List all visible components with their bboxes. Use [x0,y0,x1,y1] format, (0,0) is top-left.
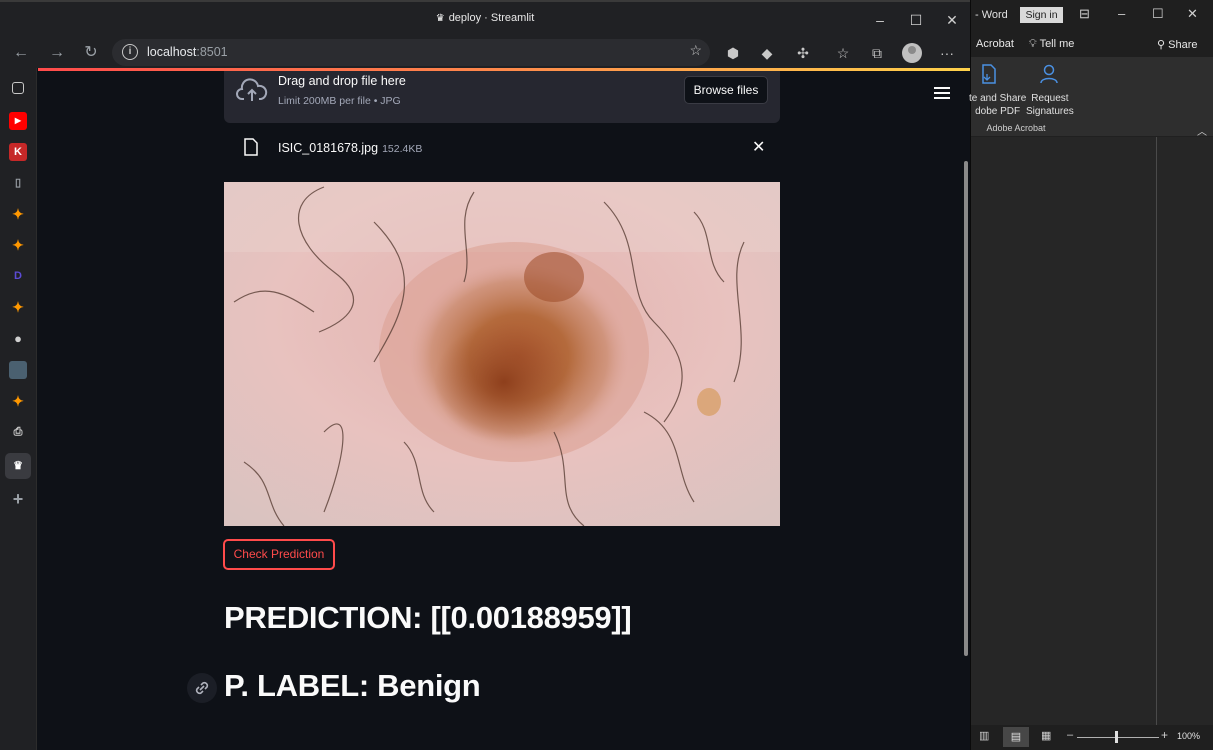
url-bar[interactable]: i localhost:8501 ☆ [112,39,710,66]
d-app-icon[interactable]: D [9,267,27,285]
remove-file-icon[interactable]: ✕ [752,137,765,157]
browser-window: ♛ deploy · Streamlit – ☐ ✕ ← → ↻ i localh… [0,0,970,750]
file-icon [244,138,258,156]
zoom-level[interactable]: 100% [1177,731,1200,741]
word-statusbar: ▥ ▤ ▦ – + 100% [971,725,1213,750]
share-label: Share [1168,39,1198,51]
request-label-line1: Request [1031,93,1069,104]
word-ribbon-tabs: Acrobat 💡︎ Tell me ⚲ Share [971,30,1213,57]
web-layout-icon[interactable]: ▦ [1041,729,1051,742]
word-titlebar: - Word Sign in ⊟ – ☐ ✕ [971,0,1213,30]
tell-me-label: Tell me [1039,38,1075,50]
maximize-icon[interactable]: ☐ [898,8,934,32]
url-host: localhost [147,45,197,59]
file-name-text: ISIC_0181678.jpg [278,141,379,155]
create-share-pdf-label[interactable]: te and Share dobe PDF [969,92,1026,118]
anchor-link-icon[interactable] [187,673,217,703]
site-info-icon[interactable]: i [122,44,138,60]
cloud-upload-icon [236,78,268,101]
print-layout-icon[interactable]: ▤ [1003,727,1029,747]
word-signin-button[interactable]: Sign in [1020,7,1063,23]
github-icon[interactable]: ● [9,330,27,348]
word-close-icon[interactable]: ✕ [1187,6,1198,22]
tell-me-search[interactable]: 💡︎ Tell me [1029,38,1074,51]
browse-files-button[interactable]: Browse files [684,76,768,104]
huggingface-icon-4[interactable]: ✦ [9,392,27,410]
create-pdf-icon[interactable] [981,64,997,84]
uploaded-skin-image [224,182,780,526]
browser-titlebar: ♛ deploy · Streamlit – ☐ ✕ [0,0,970,37]
url-port: :8501 [196,45,228,59]
word-document-area[interactable] [971,137,1213,725]
collections-icon[interactable]: ⧉ [866,42,888,64]
youtube-icon[interactable]: ▶ [9,112,27,130]
word-maximize-icon[interactable]: ☐ [1152,6,1164,22]
profile-avatar[interactable] [902,43,922,63]
streamlit-crown-icon: ♛ [435,13,445,24]
extensions-puzzle-icon[interactable]: ✣ [792,42,814,64]
ribbon-display-icon[interactable]: ⊟ [1079,6,1090,22]
lightbulb-icon: 💡︎ [1029,38,1037,50]
create-label-line2: dobe PDF [975,106,1021,117]
share-person-icon: ⚲ [1157,39,1166,51]
dropzone-title: Drag and drop file here [278,74,406,88]
tab-acrobat[interactable]: Acrobat [976,38,1014,50]
document-icon[interactable]: ▯ [9,174,27,192]
file-uploader-dropzone[interactable]: Drag and drop file here Limit 200MB per … [224,71,780,123]
zoom-slider-thumb[interactable] [1115,731,1118,743]
image-app-icon[interactable] [9,361,27,379]
dropzone-limit: Limit 200MB per file • JPG [278,95,401,107]
read-mode-icon[interactable]: ▥ [979,729,989,742]
request-signatures-icon[interactable] [1038,63,1060,85]
word-minimize-icon[interactable]: – [1118,6,1125,21]
minimize-icon[interactable]: – [862,8,898,32]
word-app-name: - Word [975,9,1008,21]
main-menu-icon[interactable] [934,87,950,101]
browser-sidebar: ▶ K ▯ ✦ ✦ D ✦ ● ✦ ⎙ ♛ + [0,68,37,750]
word-window: - Word Sign in ⊟ – ☐ ✕ Acrobat 💡︎ Tell m… [969,0,1213,750]
url-text: localhost:8501 [147,45,228,59]
back-icon[interactable]: ← [8,40,34,66]
margin-guide-line [1156,137,1157,725]
uploaded-file-row: ISIC_0181678.jpg 152.4KB ✕ [224,128,780,168]
window-title: ♛ deploy · Streamlit [0,12,970,24]
address-bar-row: ← → ↻ i localhost:8501 ☆ ⬢ ◆ ✣ ☆ ⧉ ··· [0,37,970,68]
collapse-ribbon-icon[interactable]: ︿ [1197,123,1207,138]
prediction-heading: PREDICTION: [[0.00188959]] [224,600,632,635]
huggingface-icon-2[interactable]: ✦ [9,236,27,254]
streamlit-tab-icon[interactable]: ♛ [5,453,31,479]
zoom-slider[interactable] [1077,737,1159,738]
forward-icon[interactable]: → [44,40,70,66]
more-menu-icon[interactable]: ··· [936,42,958,64]
create-label-line1: te and Share [969,93,1027,104]
huggingface-icon-1[interactable]: ✦ [9,205,27,223]
tabs-icon[interactable] [12,82,24,94]
word-ribbon: te and Share dobe PDF Request Signatures A… [969,57,1213,138]
zoom-in-icon[interactable]: + [1161,728,1168,742]
ribbon-group-label: Adobe Acrobat [986,123,1046,133]
add-tab-icon[interactable]: + [9,490,27,508]
zoom-out-icon[interactable]: – [1067,729,1073,741]
close-window-icon[interactable]: ✕ [934,8,970,32]
file-lock-icon[interactable]: ⎙ [9,423,27,441]
request-label-line2: Signatures [1026,106,1074,117]
extension-drive-icon[interactable]: ◆ [756,42,778,64]
favorites-icon[interactable]: ☆ [832,42,854,64]
share-button[interactable]: ⚲ Share [1157,38,1197,51]
huggingface-icon-3[interactable]: ✦ [9,298,27,316]
request-signatures-label[interactable]: Request Signatures [1026,92,1074,118]
favorite-star-icon[interactable]: ☆ [689,42,702,59]
window-title-text: deploy · Streamlit [448,12,535,24]
check-prediction-button[interactable]: Check Prediction [223,539,335,570]
file-size: 152.4KB [382,143,423,155]
k-app-icon[interactable]: K [9,143,27,161]
extension-cube-icon[interactable]: ⬢ [722,42,744,64]
predicted-label-heading: P. LABEL: Benign [224,668,481,703]
refresh-icon[interactable]: ↻ [78,40,104,66]
scrollbar-thumb[interactable] [964,161,968,656]
page-scrollbar[interactable] [962,71,970,750]
uploaded-file-name: ISIC_0181678.jpg 152.4KB [278,141,422,155]
